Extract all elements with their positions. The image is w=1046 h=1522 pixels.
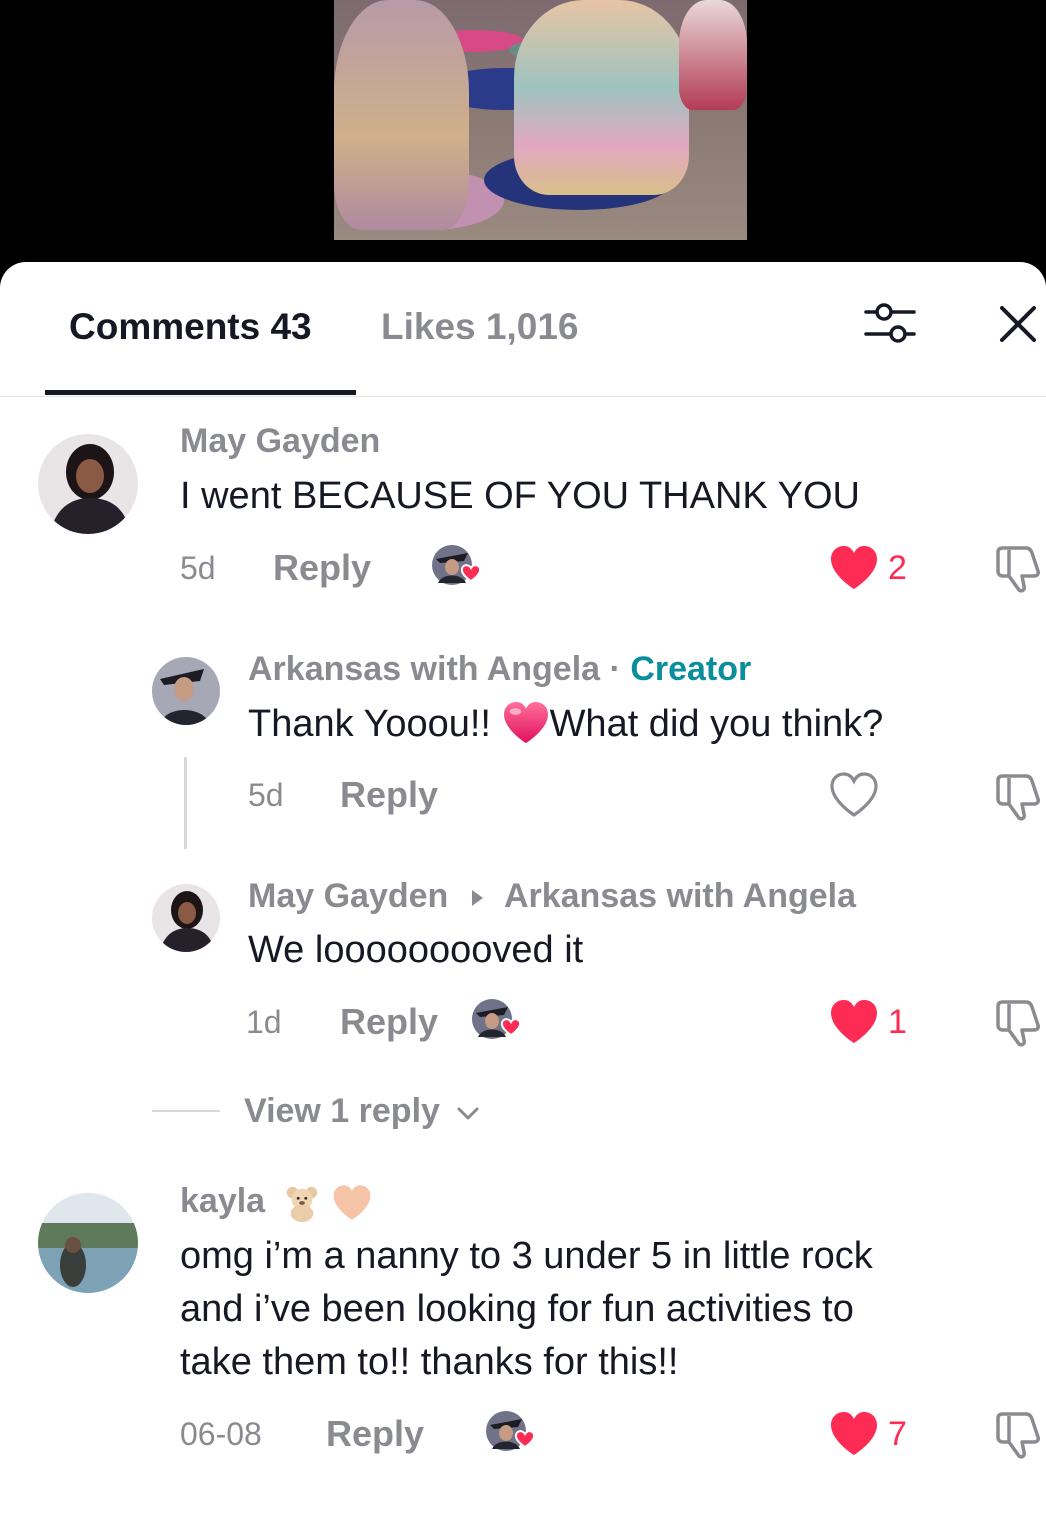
reply-text: We looooooooved it bbox=[248, 929, 584, 971]
thumbs-down-icon bbox=[996, 1412, 1040, 1459]
thread-line bbox=[184, 757, 187, 849]
teddy-bear-emoji bbox=[286, 1186, 317, 1223]
reply-text: Thank Yooou!! What did you think? bbox=[248, 698, 883, 751]
reply-button[interactable]: Reply bbox=[340, 1001, 438, 1043]
dislike-button[interactable] bbox=[992, 772, 1042, 822]
creator-liked-badge bbox=[484, 1409, 540, 1455]
comments-sheet: Comments 43 Likes 1,016 May Gayden I wen… bbox=[0, 262, 1046, 1522]
avatar-image bbox=[38, 434, 138, 534]
like-count: 1 bbox=[888, 1003, 907, 1041]
thumbs-down-icon bbox=[996, 774, 1040, 821]
avatar[interactable] bbox=[152, 884, 220, 952]
active-tab-indicator bbox=[45, 390, 356, 395]
creator-liked-avatar-icon bbox=[472, 999, 522, 1039]
tab-bar: Comments 43 Likes 1,016 bbox=[0, 262, 1046, 397]
reply-button[interactable]: Reply bbox=[326, 1413, 424, 1455]
tab-likes-label: Likes bbox=[381, 306, 476, 347]
reply-time: 5d bbox=[248, 777, 284, 813]
reply-author[interactable]: Arkansas with Angela bbox=[248, 650, 600, 688]
like-count: 7 bbox=[888, 1415, 907, 1453]
tab-likes[interactable]: Likes 1,016 bbox=[381, 306, 579, 348]
creator-badge: Creator bbox=[630, 650, 752, 688]
close-button[interactable] bbox=[996, 302, 1040, 346]
chevron-down-icon bbox=[457, 1107, 479, 1120]
heart-icon bbox=[830, 772, 878, 817]
view-replies-button[interactable]: View 1 reply bbox=[244, 1092, 481, 1131]
comment-text: I went BECAUSE OF YOU THANK YOU bbox=[180, 475, 860, 517]
like-button[interactable] bbox=[829, 545, 879, 591]
like-button[interactable] bbox=[829, 999, 879, 1045]
dislike-button[interactable] bbox=[992, 544, 1042, 594]
like-button[interactable] bbox=[829, 772, 879, 818]
reply-username: May Gayden Arkansas with Angela bbox=[248, 877, 856, 916]
view-replies-label: View 1 reply bbox=[244, 1092, 440, 1130]
dislike-button[interactable] bbox=[992, 1410, 1042, 1460]
like-count: 2 bbox=[888, 549, 907, 587]
creator-liked-avatar-icon bbox=[486, 1411, 536, 1451]
avatar[interactable] bbox=[38, 1193, 138, 1293]
reply-time: 1d bbox=[246, 1004, 282, 1040]
reply-to-arrow-icon bbox=[471, 890, 483, 907]
reply-author[interactable]: May Gayden bbox=[248, 877, 448, 915]
video-area[interactable] bbox=[0, 0, 1046, 262]
reply-button[interactable]: Reply bbox=[273, 547, 371, 589]
video-thumbnail[interactable] bbox=[334, 0, 747, 240]
heart-icon bbox=[831, 546, 877, 589]
dislike-button[interactable] bbox=[992, 998, 1042, 1048]
comment-text-line: take them to!! thanks for this!! bbox=[180, 1341, 679, 1383]
heart-emoji bbox=[503, 701, 548, 744]
tab-comments[interactable]: Comments 43 bbox=[69, 306, 312, 348]
creator-liked-avatar-icon bbox=[432, 545, 482, 585]
sliders-icon bbox=[864, 303, 916, 343]
comment-text-line: and i’ve been looking for fun activities… bbox=[180, 1288, 854, 1330]
reply-text-part: What did you think? bbox=[549, 703, 884, 745]
tab-comments-label: Comments bbox=[69, 306, 261, 347]
avatar-image bbox=[152, 657, 220, 725]
separator: · bbox=[609, 650, 621, 688]
thumbs-down-icon bbox=[996, 1000, 1040, 1047]
comment-time: 06-08 bbox=[180, 1416, 262, 1452]
comment-username: kayla bbox=[180, 1182, 372, 1223]
avatar-image bbox=[38, 1193, 138, 1293]
thumbs-down-icon bbox=[996, 546, 1040, 593]
comment-text-line: omg i’m a nanny to 3 under 5 in little r… bbox=[180, 1235, 873, 1277]
reply-button[interactable]: Reply bbox=[340, 774, 438, 816]
comment-time: 5d bbox=[180, 550, 216, 586]
filter-button[interactable] bbox=[862, 298, 918, 348]
avatar[interactable] bbox=[152, 657, 220, 725]
tab-likes-count: 1,016 bbox=[485, 306, 579, 347]
creator-liked-badge bbox=[430, 543, 486, 589]
reply-text-part: Thank Yooou!! bbox=[248, 703, 491, 745]
peach-heart-emoji bbox=[333, 1185, 371, 1220]
view-replies-line bbox=[152, 1110, 220, 1112]
close-icon bbox=[1000, 306, 1036, 342]
avatar[interactable] bbox=[38, 434, 138, 534]
tab-comments-count: 43 bbox=[270, 306, 312, 347]
heart-icon bbox=[831, 1000, 877, 1043]
heart-icon bbox=[831, 1412, 877, 1455]
like-button[interactable] bbox=[829, 1411, 879, 1457]
reply-username: Arkansas with Angela · Creator bbox=[248, 650, 751, 689]
comment-username[interactable]: May Gayden bbox=[180, 422, 380, 461]
comment-author[interactable]: kayla bbox=[180, 1182, 265, 1220]
reply-to-user[interactable]: Arkansas with Angela bbox=[504, 877, 856, 915]
creator-liked-badge bbox=[470, 997, 526, 1043]
avatar-image bbox=[152, 884, 220, 952]
comment-text: omg i’m a nanny to 3 under 5 in little r… bbox=[180, 1230, 873, 1389]
